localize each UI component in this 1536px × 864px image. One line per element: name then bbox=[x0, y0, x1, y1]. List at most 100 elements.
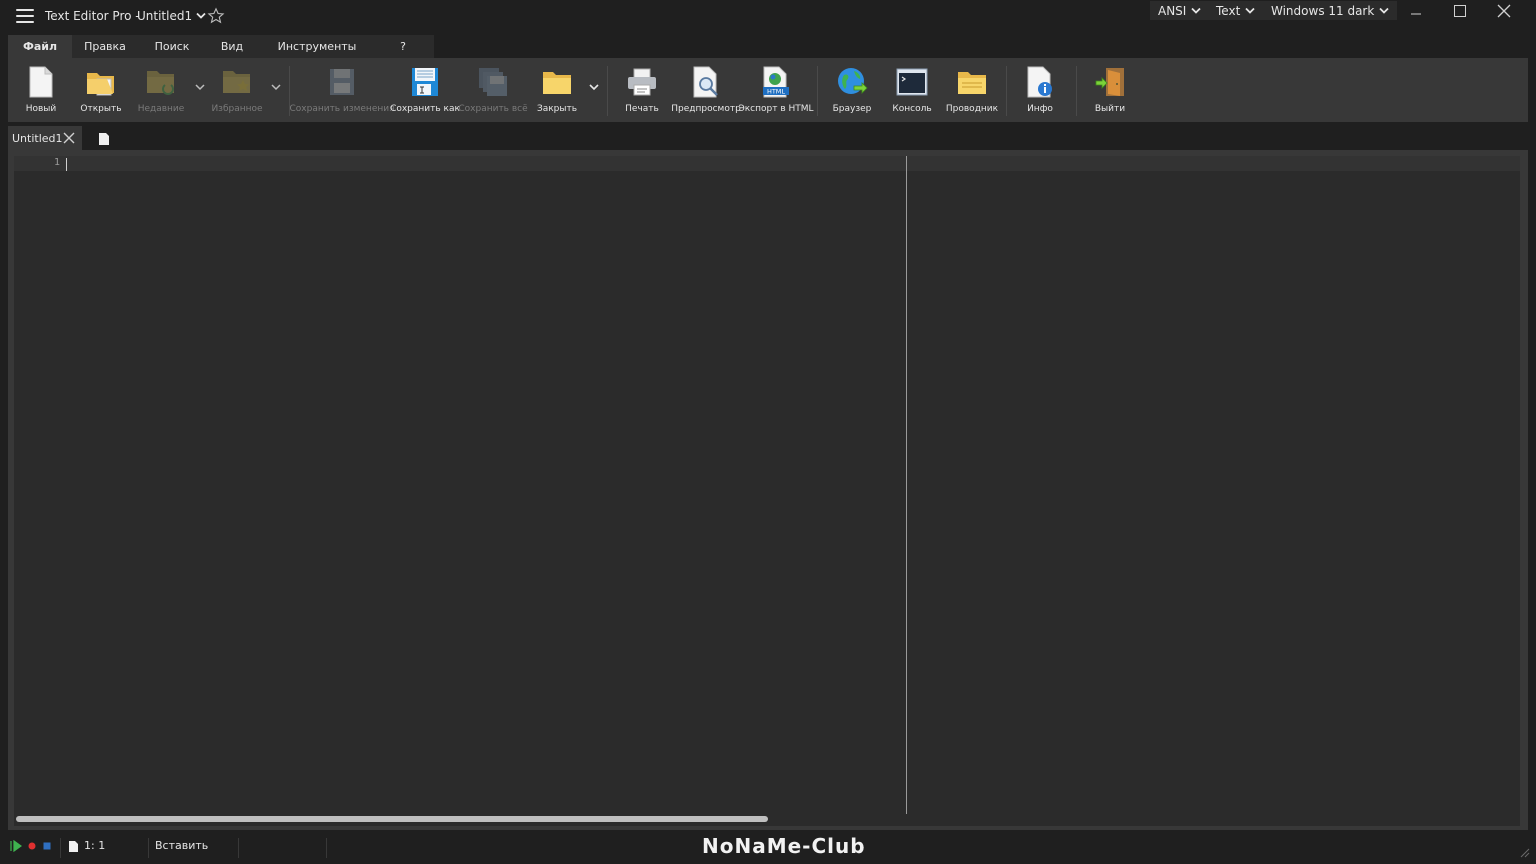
export-html-icon: HTML bbox=[763, 66, 789, 98]
browser-label: Браузер bbox=[832, 104, 872, 114]
current-line-highlight bbox=[14, 156, 1520, 171]
new-tab-icon[interactable] bbox=[98, 132, 110, 146]
chevron-down-icon bbox=[1245, 7, 1255, 14]
star-icon[interactable] bbox=[207, 7, 225, 25]
syntax-label: Text bbox=[1216, 3, 1241, 18]
tab-search[interactable]: Поиск bbox=[138, 35, 206, 58]
favorites-folder-icon bbox=[223, 71, 250, 93]
recent-dropdown-arrow-icon[interactable] bbox=[194, 82, 206, 92]
tab-view[interactable]: Вид bbox=[206, 35, 258, 58]
exit-button[interactable]: Выйти bbox=[1088, 58, 1132, 118]
new-label: Новый bbox=[25, 104, 57, 114]
preview-label: Предпросмотр bbox=[671, 104, 741, 114]
tab-edit[interactable]: Правка bbox=[72, 35, 138, 58]
ribbon-toolbar: Новый Открыть Недавние Избранное Сохрани… bbox=[8, 58, 1528, 122]
close-dropdown-arrow-icon[interactable] bbox=[588, 82, 600, 92]
close-window-button[interactable] bbox=[1482, 0, 1526, 22]
info-icon bbox=[1027, 66, 1052, 98]
exit-label: Выйти bbox=[1094, 104, 1126, 114]
document-tab[interactable]: Untitled1 bbox=[8, 126, 82, 150]
text-caret bbox=[66, 158, 67, 171]
theme-dropdown[interactable]: Windows 11 dark bbox=[1263, 1, 1398, 20]
save-all-button[interactable]: Сохранить всё bbox=[458, 58, 528, 118]
print-preview-icon bbox=[693, 66, 718, 98]
console-label: Консоль bbox=[892, 104, 932, 114]
open-folder-icon bbox=[87, 73, 114, 96]
status-separator bbox=[326, 838, 327, 858]
save-as-button[interactable]: Сохранить как bbox=[390, 58, 460, 118]
explorer-folder-icon bbox=[958, 72, 986, 94]
document-title: Untitled1 bbox=[137, 9, 193, 23]
minimize-button[interactable] bbox=[1394, 0, 1438, 22]
record-macro-icon[interactable] bbox=[27, 841, 37, 851]
close-icon bbox=[1497, 4, 1511, 18]
status-separator bbox=[238, 838, 239, 858]
text-editor[interactable]: 1 bbox=[14, 156, 1520, 826]
tab-help[interactable]: ? bbox=[376, 35, 430, 58]
document-tab-label: Untitled1 bbox=[12, 131, 63, 145]
print-label: Печать bbox=[625, 104, 659, 114]
new-button[interactable]: Новый bbox=[20, 58, 62, 118]
open-label: Открыть bbox=[80, 104, 122, 114]
explorer-label: Проводник bbox=[945, 104, 999, 114]
info-button[interactable]: Инфо bbox=[1018, 58, 1062, 118]
html-badge-text: HTML bbox=[767, 88, 785, 96]
hamburger-menu-icon[interactable] bbox=[16, 9, 34, 23]
save-disk-icon bbox=[330, 69, 354, 95]
chevron-down-icon bbox=[1379, 7, 1389, 14]
recent-button[interactable]: Недавние bbox=[136, 58, 186, 118]
explorer-button[interactable]: Проводник bbox=[944, 58, 1000, 118]
new-file-icon bbox=[29, 66, 53, 98]
play-macro-icon[interactable] bbox=[10, 840, 22, 852]
maximize-icon bbox=[1454, 5, 1466, 17]
title-bar: Text Editor Pro - Untitled1 ANSI Text Wi… bbox=[0, 0, 1536, 32]
line-number: 1 bbox=[54, 157, 61, 168]
close-label: Закрыть bbox=[536, 104, 578, 114]
watermark: NoNaMe-Club bbox=[702, 834, 866, 858]
print-button[interactable]: Печать bbox=[620, 58, 664, 118]
close-document-button[interactable]: Закрыть bbox=[534, 58, 580, 118]
right-margin-line bbox=[906, 156, 907, 814]
console-button[interactable]: Консоль bbox=[890, 58, 934, 118]
exit-door-icon bbox=[1095, 68, 1124, 96]
favorites-button[interactable]: Избранное bbox=[210, 58, 264, 118]
save-changes-label: Сохранить изменения bbox=[289, 104, 395, 114]
save-changes-button[interactable]: Сохранить изменения bbox=[289, 58, 395, 118]
encoding-dropdown[interactable]: ANSI bbox=[1150, 1, 1210, 20]
document-status-icon bbox=[69, 841, 78, 852]
printer-icon bbox=[628, 68, 656, 96]
stop-macro-icon[interactable] bbox=[42, 841, 52, 851]
chevron-down-icon bbox=[196, 12, 206, 19]
export-html-button[interactable]: HTML Экспорт в HTML bbox=[738, 58, 814, 118]
close-folder-icon bbox=[543, 72, 571, 94]
tab-file[interactable]: Файл bbox=[8, 35, 72, 58]
document-title-dropdown[interactable]: Untitled1 bbox=[137, 9, 206, 23]
theme-label: Windows 11 dark bbox=[1271, 3, 1375, 18]
favorites-label: Избранное bbox=[211, 104, 263, 114]
encoding-label: ANSI bbox=[1158, 3, 1187, 18]
resize-grip-icon[interactable] bbox=[1518, 846, 1530, 858]
console-terminal-icon bbox=[896, 68, 928, 96]
open-button[interactable]: Открыть bbox=[78, 58, 124, 118]
toolbar-separator bbox=[817, 66, 818, 116]
maximize-button[interactable] bbox=[1438, 0, 1482, 22]
close-tab-icon[interactable] bbox=[62, 131, 76, 145]
tab-tools[interactable]: Инструменты bbox=[258, 35, 376, 58]
preview-button[interactable]: Предпросмотр bbox=[671, 58, 741, 118]
syntax-dropdown[interactable]: Text bbox=[1208, 1, 1264, 20]
status-separator bbox=[148, 838, 149, 858]
toolbar-separator bbox=[607, 66, 608, 116]
horizontal-scrollbar[interactable] bbox=[16, 816, 768, 822]
toolbar-separator bbox=[1006, 66, 1007, 116]
toolbar-separator bbox=[1076, 66, 1077, 116]
save-all-icon bbox=[479, 68, 507, 96]
minimize-icon bbox=[1411, 13, 1421, 15]
browser-button[interactable]: Браузер bbox=[830, 58, 874, 118]
recent-folder-icon bbox=[147, 71, 174, 95]
chevron-down-icon bbox=[1191, 7, 1201, 14]
app-title: Text Editor Pro - bbox=[45, 9, 140, 23]
insert-mode[interactable]: Вставить bbox=[155, 839, 208, 852]
info-label: Инфо bbox=[1027, 104, 1053, 114]
favorites-dropdown-arrow-icon[interactable] bbox=[270, 82, 282, 92]
cursor-position: 1: 1 bbox=[84, 839, 106, 852]
